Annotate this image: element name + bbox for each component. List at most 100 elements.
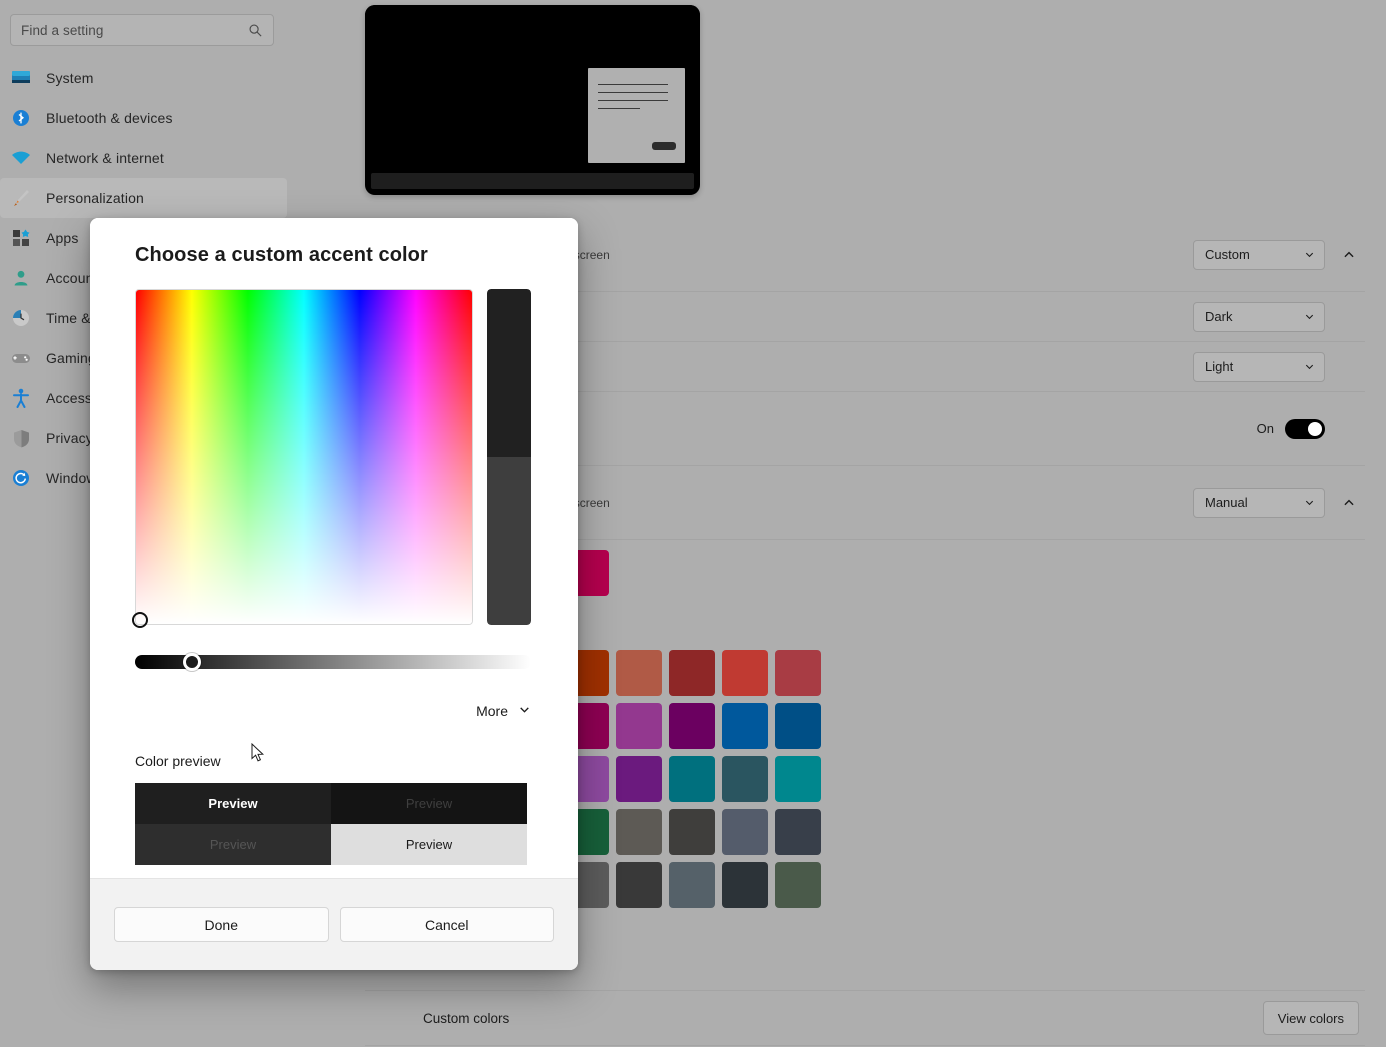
more-row: More [135, 699, 533, 723]
color-swatch-empty [881, 650, 927, 696]
app-mode-dropdown[interactable]: Light [1193, 351, 1325, 382]
search-input[interactable]: Find a setting [10, 14, 274, 46]
toggle-knob [1308, 421, 1322, 436]
custom-colors-row: Custom colors View colors [365, 990, 1365, 1046]
monitor-icon [8, 67, 34, 89]
current-color-swatch [487, 289, 531, 457]
color-swatch[interactable] [722, 650, 768, 696]
color-swatch[interactable] [616, 756, 662, 802]
custom-colors-label: Custom colors [423, 1010, 510, 1026]
paintbrush-icon [8, 187, 34, 209]
dialog-body: Choose a custom accent color More Color … [90, 218, 578, 878]
preview-line [598, 108, 640, 109]
preview-tile: Preview [135, 824, 331, 865]
expander-collapse-button[interactable] [1335, 489, 1363, 517]
done-label: Done [204, 916, 238, 933]
color-picker-cursor[interactable] [132, 612, 148, 628]
clock-icon [8, 307, 34, 329]
color-swatch-empty [828, 756, 874, 802]
preview-tile: Preview [331, 824, 527, 865]
setting-control: On [1257, 415, 1363, 443]
color-swatch-empty [881, 703, 927, 749]
expander-collapse-button[interactable] [1335, 241, 1363, 269]
done-button[interactable]: Done [114, 907, 329, 942]
transparency-toggle[interactable] [1285, 418, 1325, 439]
shield-icon [8, 427, 34, 449]
windows-mode-dropdown[interactable]: Dark [1193, 301, 1325, 332]
preview-line [598, 100, 668, 101]
chevron-down-icon [1304, 311, 1315, 322]
color-swatch[interactable] [669, 650, 715, 696]
setting-control: Light [1193, 351, 1363, 382]
color-swatch[interactable] [722, 703, 768, 749]
color-swatch[interactable] [722, 809, 768, 855]
color-swatch[interactable] [669, 756, 715, 802]
preview-line [598, 84, 668, 85]
color-swatch[interactable] [722, 756, 768, 802]
color-swatch[interactable] [616, 862, 662, 908]
chevron-down-icon [518, 703, 531, 719]
color-preview-label: Color preview [135, 753, 221, 769]
preview-tile: Preview [135, 783, 331, 824]
sidebar-item-label: Apps [46, 230, 79, 246]
expander-spacer [1335, 303, 1363, 331]
sidebar-item-personalization[interactable]: Personalization [0, 178, 287, 218]
sidebar-item-system[interactable]: System [0, 58, 287, 98]
color-preview-grid: Preview Preview Preview Preview [135, 783, 527, 865]
dropdown-value: Custom [1205, 247, 1250, 262]
color-swatch-empty [828, 703, 874, 749]
color-swatch[interactable] [616, 703, 662, 749]
search-placeholder: Find a setting [21, 22, 104, 38]
color-swatch[interactable] [775, 703, 821, 749]
person-icon [8, 267, 34, 289]
bluetooth-icon [8, 107, 34, 129]
expander-spacer [1335, 415, 1363, 443]
desktop-preview [365, 5, 700, 195]
color-swatch[interactable] [775, 756, 821, 802]
sidebar-item-network[interactable]: Network & internet [0, 138, 287, 178]
new-color-swatch [487, 457, 531, 625]
wifi-icon [8, 147, 34, 169]
dialog-footer: Done Cancel [90, 878, 578, 970]
sidebar-item-label: Bluetooth & devices [46, 110, 173, 126]
color-swatch-empty [881, 756, 927, 802]
setting-control: Dark [1193, 301, 1363, 332]
cancel-label: Cancel [424, 916, 469, 933]
brightness-slider[interactable] [135, 653, 531, 671]
search-icon [248, 23, 263, 38]
update-icon [8, 467, 34, 489]
expander-spacer [1335, 353, 1363, 381]
color-swatch[interactable] [722, 862, 768, 908]
color-swatch[interactable] [775, 809, 821, 855]
saturation-value-square[interactable] [132, 289, 473, 628]
color-comparison-column[interactable] [487, 289, 531, 625]
preview-line [598, 92, 668, 93]
color-picker [132, 289, 533, 628]
setting-control: Custom [1193, 239, 1363, 270]
chevron-down-icon [1304, 361, 1315, 372]
setting-control: Manual [1193, 487, 1363, 518]
colors-mode-dropdown[interactable]: Custom [1193, 239, 1325, 270]
cancel-button[interactable]: Cancel [339, 907, 554, 942]
transparency-toggle-group[interactable]: On [1257, 418, 1325, 439]
color-swatch[interactable] [669, 809, 715, 855]
custom-accent-color-dialog: Choose a custom accent color More Color … [90, 218, 578, 970]
color-swatch[interactable] [616, 809, 662, 855]
preview-mini-window [588, 68, 685, 163]
color-swatch[interactable] [616, 650, 662, 696]
color-swatch[interactable] [775, 650, 821, 696]
brightness-slider-thumb[interactable] [183, 653, 201, 671]
color-swatch[interactable] [669, 703, 715, 749]
color-swatch-empty [881, 862, 927, 908]
preview-tile: Preview [331, 783, 527, 824]
color-swatch[interactable] [775, 862, 821, 908]
accent-color-mode-dropdown[interactable]: Manual [1193, 487, 1325, 518]
dropdown-value: Manual [1205, 495, 1248, 510]
view-colors-label: View colors [1277, 1010, 1344, 1026]
more-button[interactable]: More [474, 699, 533, 723]
saturation-gradient [136, 290, 472, 624]
color-swatch[interactable] [669, 862, 715, 908]
view-colors-button[interactable]: View colors [1262, 1001, 1359, 1035]
sidebar-item-bluetooth[interactable]: Bluetooth & devices [0, 98, 287, 138]
color-swatch-empty [828, 862, 874, 908]
